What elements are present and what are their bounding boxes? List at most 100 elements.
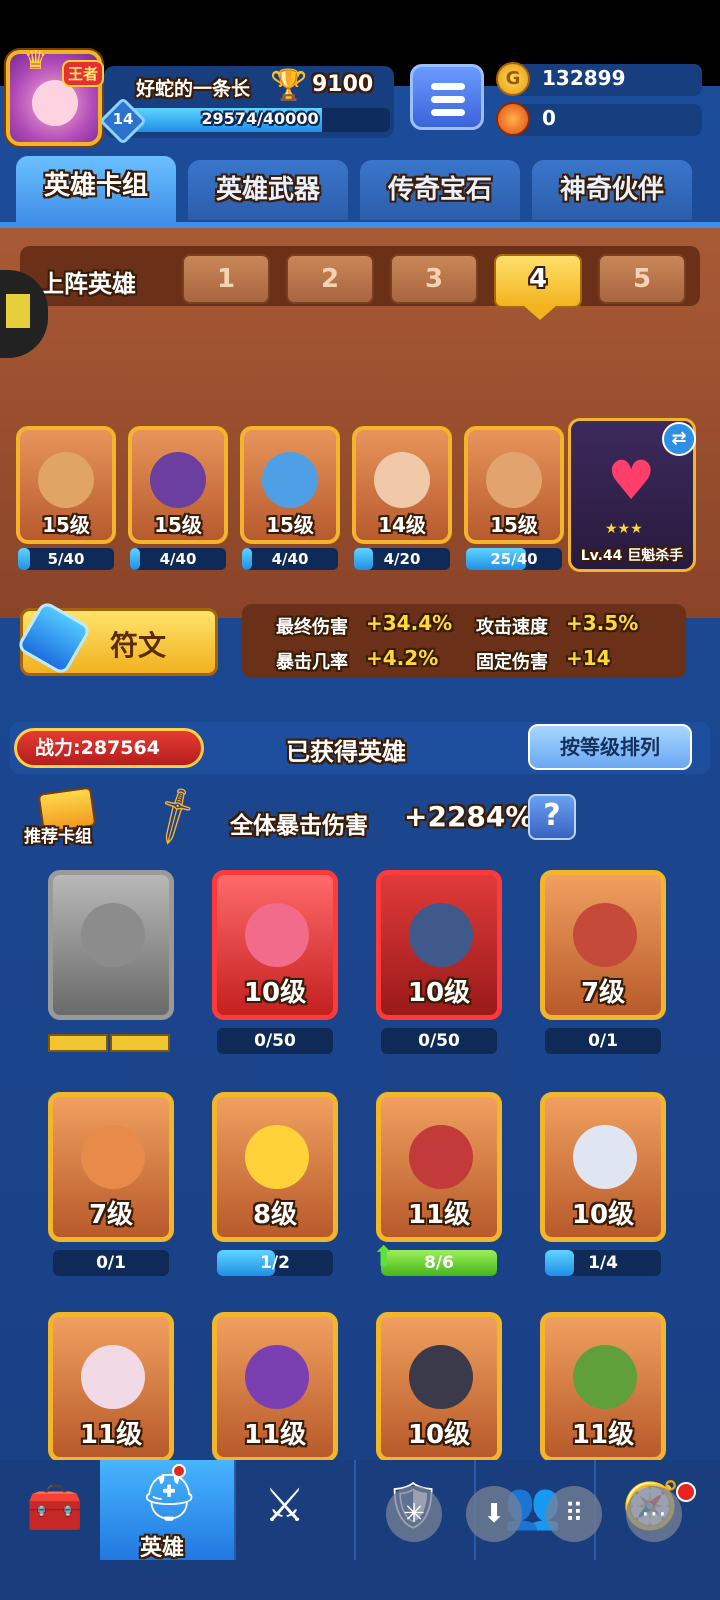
- team-slot-3[interactable]: 3: [390, 254, 478, 304]
- hero-level: 10级: [407, 978, 471, 1008]
- hero-level: 11级: [571, 1420, 635, 1450]
- team-slot-4[interactable]: 4: [494, 254, 582, 320]
- crit-label: 全体暴击伤害: [230, 813, 368, 839]
- team-hero-card[interactable]: 15级: [464, 426, 564, 544]
- tab-magic-partners[interactable]: 神奇伙伴: [532, 160, 692, 220]
- stat-name-fixed-damage: 固定伤害: [476, 652, 548, 673]
- menu-button[interactable]: [410, 64, 484, 130]
- hero-level: 11级: [407, 1200, 471, 1230]
- team-hero-card[interactable]: 15级: [240, 426, 340, 544]
- hero-progress-fill: [130, 548, 140, 570]
- team-slot-1[interactable]: 1: [182, 254, 270, 304]
- team-hero-card[interactable]: 15级: [16, 426, 116, 544]
- sort-button[interactable]: 按等级排列: [528, 724, 692, 770]
- hero-card[interactable]: 10级: [376, 1312, 502, 1462]
- player-name: 好蛇的一条长: [136, 78, 251, 100]
- partner-stars: ★★★: [605, 521, 643, 537]
- notification-dot: [676, 1482, 696, 1502]
- hero-card[interactable]: 10级: [212, 870, 338, 1020]
- team-hero-card[interactable]: 15级: [128, 426, 228, 544]
- hero-portrait: [409, 903, 473, 967]
- hero-level: 10级: [571, 1200, 635, 1230]
- hero-portrait: [81, 1345, 145, 1409]
- hero-progress: 1/2: [217, 1250, 333, 1276]
- crit-value: +2284%: [404, 800, 534, 833]
- sparkle-tool-button[interactable]: ✳: [386, 1486, 442, 1542]
- hero-card[interactable]: 8级: [212, 1092, 338, 1242]
- hero-progress-text: 1/2: [260, 1253, 290, 1273]
- hero-card[interactable]: 10级: [376, 870, 502, 1020]
- hero-progress-text: 0/50: [254, 1031, 296, 1051]
- team-hero-card[interactable]: 14级: [352, 426, 452, 544]
- hero-progress: 25/40: [466, 548, 562, 570]
- menu-icon: [431, 83, 465, 90]
- owned-title: 已获得英雄: [286, 738, 406, 766]
- hero-level: 15级: [42, 513, 90, 537]
- trophy-count: 9100: [312, 72, 374, 97]
- hero-level: 11级: [79, 1420, 143, 1450]
- team-slot-5[interactable]: 5: [598, 254, 686, 304]
- gem-panel: [506, 104, 702, 136]
- hero-portrait: [81, 1125, 145, 1189]
- hero-portrait: [81, 903, 145, 967]
- hero-card[interactable]: 11级: [212, 1312, 338, 1462]
- hero-progress: 4/40: [130, 548, 226, 570]
- hero-card[interactable]: 7级: [540, 870, 666, 1020]
- hero-portrait: [573, 1125, 637, 1189]
- help-button[interactable]: ?: [528, 794, 576, 840]
- swap-partner-button[interactable]: ⇄: [662, 422, 696, 456]
- team-slot-2[interactable]: 2: [286, 254, 374, 304]
- hero-card[interactable]: 11级: [376, 1092, 502, 1242]
- recommend-deck-label: 推荐卡组: [24, 827, 92, 847]
- nav-battle[interactable]: ⚔: [238, 1460, 356, 1560]
- hero-card[interactable]: 7级: [48, 1092, 174, 1242]
- hero-progress-text: 0/1: [96, 1253, 126, 1273]
- hero-level: 7级: [88, 1200, 134, 1230]
- more-options-button[interactable]: ⋯: [626, 1486, 682, 1542]
- hero-card[interactable]: [48, 870, 174, 1020]
- hero-progress-text: 0/1: [588, 1031, 618, 1051]
- gem-icon: [496, 102, 530, 136]
- player-level: 14: [112, 110, 134, 128]
- notification-dot: [172, 1464, 186, 1478]
- hero-portrait: [374, 452, 430, 508]
- hero-level: 15级: [266, 513, 314, 537]
- player-avatar[interactable]: ♛ 王者: [6, 46, 104, 146]
- tab-legend-gems[interactable]: 传奇宝石: [360, 160, 520, 220]
- download-button[interactable]: ⬇: [466, 1486, 522, 1542]
- crossed-swords-icon: ⚔: [264, 1478, 306, 1532]
- locked-hero-bar: [48, 1034, 172, 1054]
- hero-level: 11级: [243, 1420, 307, 1450]
- hero-card[interactable]: 10级: [540, 1092, 666, 1242]
- hero-progress-text: 0/50: [418, 1031, 460, 1051]
- hero-portrait: [573, 1345, 637, 1409]
- hero-progress: 0/50: [381, 1028, 497, 1054]
- hero-portrait: [409, 1125, 473, 1189]
- hero-level: 10级: [407, 1420, 471, 1450]
- hero-portrait: [245, 1345, 309, 1409]
- stat-name-crit-chance: 暴击几率: [276, 652, 348, 673]
- hero-portrait: [38, 452, 94, 508]
- hero-card[interactable]: 11级: [48, 1312, 174, 1462]
- hero-progress: 0/50: [217, 1028, 333, 1054]
- apps-grid-button[interactable]: ⠿: [546, 1486, 602, 1542]
- hero-level: 14级: [378, 513, 426, 537]
- gold-value: 132899: [542, 66, 626, 90]
- hero-progress-fill: [545, 1250, 574, 1276]
- tab-hero-weapons[interactable]: 英雄武器: [188, 160, 348, 220]
- hero-portrait: [409, 1345, 473, 1409]
- stat-name-final-damage: 最终伤害: [276, 617, 348, 638]
- hero-portrait: [486, 452, 542, 508]
- stat-value-final-damage: +34.4%: [366, 611, 453, 635]
- gem-value: 0: [542, 106, 556, 130]
- hero-portrait: [262, 452, 318, 508]
- hero-card[interactable]: 11级: [540, 1312, 666, 1462]
- team-label: 上阵英雄: [40, 270, 136, 298]
- bar-segment: [48, 1034, 108, 1052]
- upgrade-arrow-icon: ⬆: [372, 1240, 396, 1273]
- tab-hero-deck[interactable]: 英雄卡组: [16, 156, 176, 222]
- hero-level: 7级: [580, 978, 626, 1008]
- hero-progress-text: 8/6: [424, 1253, 454, 1273]
- hero-progress: 4/20: [354, 548, 450, 570]
- stat-value-fixed-damage: +14: [566, 646, 611, 670]
